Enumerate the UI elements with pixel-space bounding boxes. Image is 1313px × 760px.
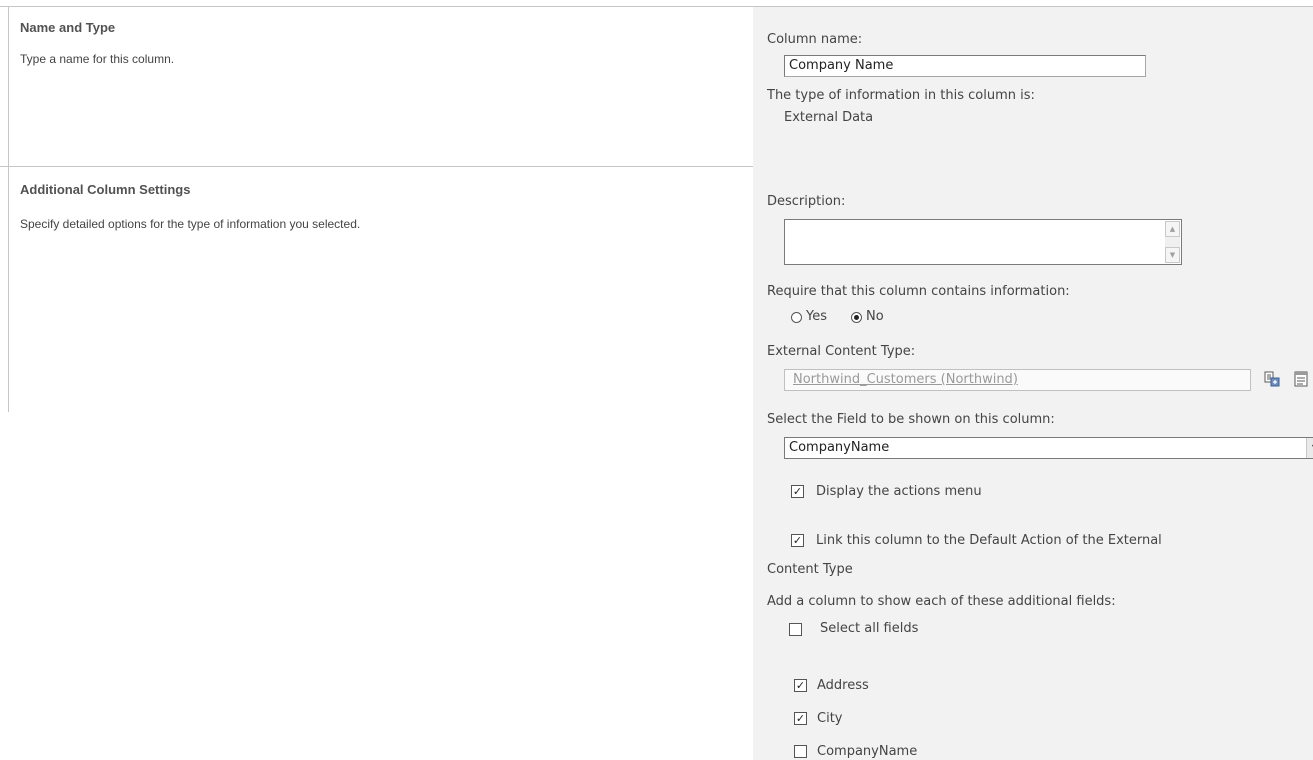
select-all-fields-label: Select all fields <box>820 621 919 636</box>
select-all-fields-checkbox[interactable] <box>789 623 802 636</box>
description-scrollbar[interactable]: ▲ ▼ <box>1165 221 1180 263</box>
select-field-value: CompanyName <box>789 440 890 455</box>
section-separator <box>0 166 753 167</box>
column-name-input[interactable]: Company Name <box>784 55 1146 77</box>
field-address-checkbox[interactable]: ✓ <box>794 679 807 692</box>
external-content-type-input[interactable]: Northwind_Customers (Northwind) <box>784 369 1251 391</box>
type-info-label: The type of information in this column i… <box>767 88 1035 103</box>
require-info-label: Require that this column contains inform… <box>767 284 1070 299</box>
external-content-type-label: External Content Type: <box>767 344 916 359</box>
require-no-radio[interactable] <box>851 312 862 323</box>
select-field-dropdown[interactable]: CompanyName ▼ <box>784 437 1313 459</box>
scroll-up-icon[interactable]: ▲ <box>1165 221 1180 237</box>
link-default-action-label-line1: Link this column to the Default Action o… <box>816 533 1162 548</box>
select-field-label: Select the Field to be shown on this col… <box>767 412 1055 427</box>
external-content-type-picker-icon[interactable] <box>1264 371 1280 387</box>
link-default-action-checkbox[interactable]: ✓ <box>791 534 804 547</box>
require-yes-radio[interactable] <box>791 312 802 323</box>
description-label: Description: <box>767 194 846 209</box>
section-desc-name-and-type: Type a name for this column. <box>20 52 175 66</box>
require-no-label: No <box>866 309 884 324</box>
description-textarea[interactable]: ▲ ▼ <box>784 219 1182 265</box>
field-city-label: City <box>817 711 843 726</box>
field-companyname-label: CompanyName <box>817 744 918 759</box>
field-address-label: Address <box>817 678 869 693</box>
left-border <box>8 6 9 412</box>
additional-fields-label: Add a column to show each of these addit… <box>767 594 1116 609</box>
section-title-additional-settings: Additional Column Settings <box>20 182 191 197</box>
scroll-down-icon[interactable]: ▼ <box>1165 247 1180 263</box>
type-info-value: External Data <box>784 110 874 125</box>
refresh-external-data-icon[interactable] <box>1294 371 1310 387</box>
field-companyname-checkbox[interactable] <box>794 745 807 758</box>
display-actions-label: Display the actions menu <box>816 484 982 499</box>
section-title-name-and-type: Name and Type <box>20 20 116 35</box>
chevron-down-icon[interactable]: ▼ <box>1306 438 1313 458</box>
column-name-label: Column name: <box>767 32 863 47</box>
require-yes-label: Yes <box>806 309 827 324</box>
field-city-checkbox[interactable]: ✓ <box>794 712 807 725</box>
display-actions-checkbox[interactable]: ✓ <box>791 485 804 498</box>
link-default-action-label-line2: Content Type <box>767 562 853 577</box>
section-desc-additional-settings: Specify detailed options for the type of… <box>20 217 361 231</box>
